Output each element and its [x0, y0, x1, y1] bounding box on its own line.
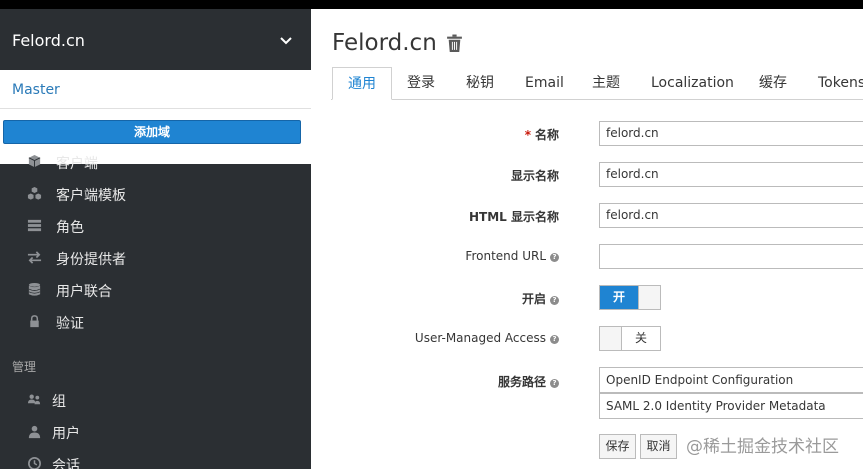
sidebar-item-label: 角色 — [56, 220, 84, 236]
tab-themes[interactable]: 主题 — [592, 67, 620, 100]
top-bar — [0, 0, 863, 9]
help-icon[interactable]: ? — [550, 335, 559, 344]
required-marker: * — [524, 128, 531, 142]
enabled-toggle[interactable]: 开 — [599, 285, 661, 310]
sidebar-item-label: 验证 — [56, 316, 84, 332]
user-managed-access-label: User-Managed Access? — [311, 331, 559, 345]
sidebar-item-label: 组 — [52, 394, 66, 410]
sidebar-item-label: 客户端 — [56, 156, 98, 172]
lock-icon — [30, 315, 39, 328]
add-realm-button[interactable]: 添加域 — [3, 120, 301, 144]
name-input[interactable]: felord.cn — [599, 121, 863, 146]
tab-login[interactable]: 登录 — [407, 67, 435, 100]
sidebar-item-label: 用户 — [52, 426, 80, 442]
enabled-label: 开启? — [311, 290, 559, 307]
trash-icon[interactable] — [446, 34, 463, 53]
page-title: Felord.cn — [332, 30, 437, 56]
realm-name: Felord.cn — [12, 31, 85, 50]
frontend-url-label: Frontend URL? — [311, 249, 559, 263]
enabled-label-text: 开启 — [521, 292, 546, 306]
chevron-down-icon — [280, 37, 292, 45]
tab-email[interactable]: Email — [525, 67, 564, 100]
tab-keys[interactable]: 秘钥 — [466, 67, 494, 100]
exchange-icon — [27, 251, 42, 264]
html-display-name-label: HTML 显示名称 — [469, 210, 559, 224]
sidebar: Felord.cn Master 添加域 客户端 客户端模板 角色 身份提供者 … — [0, 9, 311, 469]
user-managed-access-label-text: User-Managed Access — [414, 331, 546, 345]
endpoints-label-text: 服务路径 — [497, 375, 546, 389]
name-label: * 名称 — [311, 126, 559, 143]
sidebar-item-user-federation[interactable]: 用户联合 — [26, 280, 296, 300]
endpoints-label: 服务路径? — [311, 373, 559, 390]
clock-icon — [28, 457, 41, 469]
html-display-name-input[interactable]: felord.cn — [599, 203, 863, 228]
display-name-label: 显示名称 — [510, 169, 559, 183]
cubes-icon — [27, 186, 42, 200]
frontend-url-label-text: Frontend URL — [465, 249, 546, 263]
sidebar-item-label: 会话 — [52, 458, 80, 469]
database-icon — [28, 282, 41, 296]
endpoint-link-openid[interactable]: OpenID Endpoint Configuration — [599, 367, 863, 393]
divider — [0, 108, 311, 109]
sidebar-item-clients[interactable]: 客户端 — [26, 152, 296, 172]
sidebar-item-label: 用户联合 — [56, 284, 112, 300]
sidebar-item-identity-providers[interactable]: 身份提供者 — [26, 248, 296, 268]
toggle-on-label: 开 — [600, 286, 638, 309]
help-icon[interactable]: ? — [550, 253, 559, 262]
sidebar-item-sessions[interactable]: 会话 — [26, 454, 296, 469]
help-icon[interactable]: ? — [550, 296, 559, 305]
sidebar-item-authentication[interactable]: 验证 — [26, 312, 296, 332]
sidebar-item-groups[interactable]: 组 — [26, 390, 296, 410]
name-label-text: 名称 — [534, 128, 559, 142]
watermark: @稀土掘金技术社区 — [686, 437, 839, 457]
realm-selector[interactable]: Felord.cn — [0, 9, 311, 70]
tab-localization[interactable]: Localization — [651, 67, 734, 100]
sidebar-item-roles[interactable]: 角色 — [26, 216, 296, 236]
sidebar-item-label: 身份提供者 — [56, 252, 126, 268]
users-icon — [27, 394, 41, 405]
display-name-input[interactable]: felord.cn — [599, 162, 863, 187]
tab-tokens[interactable]: Tokens — [818, 67, 863, 100]
toggle-knob — [638, 286, 660, 309]
save-button[interactable]: 保存 — [599, 434, 636, 459]
user-managed-access-toggle[interactable]: 关 — [599, 326, 661, 351]
user-icon — [28, 425, 41, 439]
section-heading-manage: 管理 — [12, 360, 37, 374]
tab-general[interactable]: 通用 — [332, 67, 392, 100]
realm-option-master[interactable]: Master — [12, 82, 60, 98]
list-icon — [27, 219, 42, 232]
sidebar-item-label: 客户端模板 — [56, 188, 126, 204]
endpoint-link-saml[interactable]: SAML 2.0 Identity Provider Metadata — [599, 393, 863, 419]
toggle-off-label: 关 — [634, 331, 647, 345]
frontend-url-input[interactable] — [599, 244, 863, 269]
realm-dropdown: Master 添加域 — [0, 70, 311, 164]
main-content: Felord.cn 通用 登录 秘钥 Email 主题 Localization… — [311, 9, 863, 469]
sidebar-item-client-templates[interactable]: 客户端模板 — [26, 184, 296, 204]
cube-icon — [28, 154, 41, 168]
help-icon[interactable]: ? — [550, 379, 559, 388]
cancel-button[interactable]: 取消 — [640, 434, 677, 459]
sidebar-item-users[interactable]: 用户 — [26, 422, 296, 442]
tab-cache[interactable]: 缓存 — [759, 67, 787, 100]
toggle-knob — [600, 327, 622, 350]
